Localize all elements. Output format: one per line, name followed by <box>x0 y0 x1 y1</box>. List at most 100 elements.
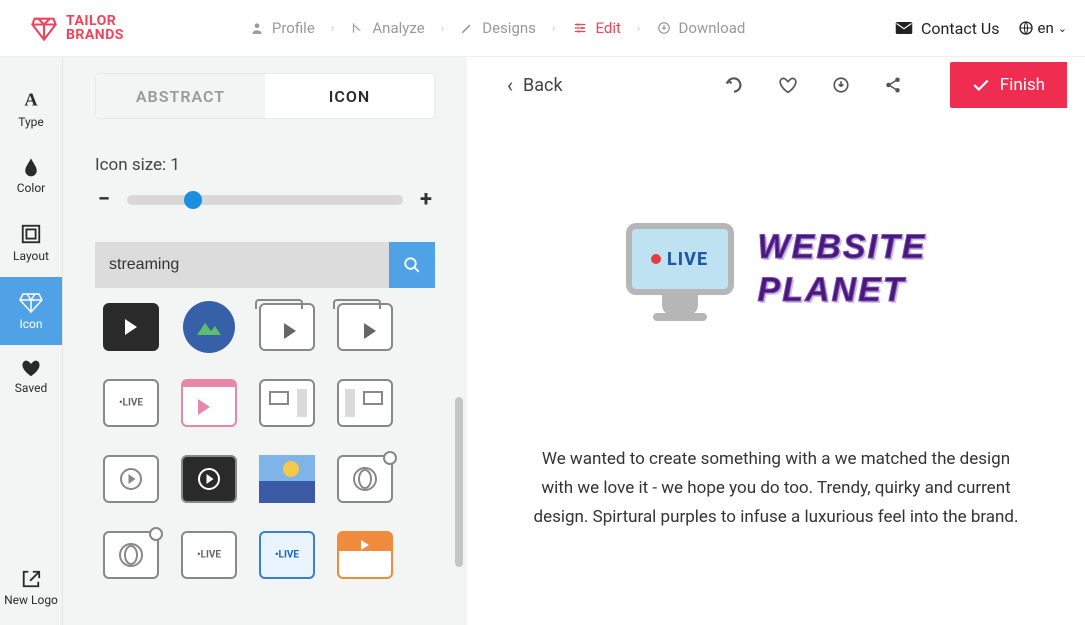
icon-result-landscape-circle[interactable] <box>177 298 241 356</box>
logo-text-preview: WEBSITE PLANET <box>758 228 927 310</box>
favorite-button[interactable] <box>778 76 798 94</box>
finish-label: Finish <box>1000 75 1045 95</box>
icon-result-live-monitor-blue[interactable]: •LIVE <box>255 526 319 584</box>
rail-icon-label: Icon <box>19 317 42 331</box>
rail-type[interactable]: A Type <box>0 75 62 143</box>
brand-logo[interactable]: TAILOR BRANDS <box>30 14 124 42</box>
icon-search-button[interactable] <box>389 242 435 288</box>
icon-result-pink-browser[interactable] <box>177 374 241 432</box>
rail-icon[interactable]: Icon <box>0 277 62 345</box>
rail-saved-label: Saved <box>15 381 47 395</box>
icon-result-orange-monitor[interactable] <box>333 526 397 584</box>
size-increment[interactable]: + <box>417 187 435 212</box>
icon-search-input[interactable] <box>95 242 389 288</box>
rail-saved[interactable]: Saved <box>0 345 62 409</box>
rail-layout-label: Layout <box>13 249 49 263</box>
live-text: LIVE <box>667 249 708 270</box>
analyze-icon <box>350 21 364 35</box>
app-header: TAILOR BRANDS Profile › Analyze › Design… <box>0 0 1085 57</box>
heart-outline-icon <box>778 76 798 94</box>
icon-result-live-monitor2[interactable]: •LIVE <box>177 526 241 584</box>
contact-us[interactable]: Contact Us <box>895 19 1000 38</box>
icon-result-browser-stack[interactable] <box>255 298 319 356</box>
canvas-area: ‹ Back Finish LIVE WEBSITE PLAN <box>467 57 1085 625</box>
nav-analyze-label: Analyze <box>372 19 424 37</box>
nav-edit[interactable]: Edit <box>566 15 627 41</box>
user-icon <box>250 21 264 35</box>
finish-button[interactable]: Finish <box>950 62 1067 108</box>
type-icon: A <box>20 89 42 111</box>
rail-color-label: Color <box>17 181 45 195</box>
chevron-right-icon: › <box>637 21 641 35</box>
chevron-right-icon: › <box>441 21 445 35</box>
rail-newlogo-label: New Logo <box>4 593 58 607</box>
rail-new-logo[interactable]: New Logo <box>0 557 62 625</box>
diamond-outline-icon <box>19 291 43 313</box>
search-icon <box>403 256 421 274</box>
icon-result-browser-stack2[interactable] <box>333 298 397 356</box>
size-decrement[interactable]: − <box>95 187 113 212</box>
undo-icon <box>724 75 744 95</box>
tab-abstract[interactable]: ABSTRACT <box>96 74 265 118</box>
undo-button[interactable] <box>724 75 744 95</box>
icon-results: •LIVE •LIVE •LIVE <box>95 294 435 625</box>
icon-result-sunset-monitor[interactable] <box>255 450 319 508</box>
mail-icon <box>895 21 913 35</box>
icon-result-play-monitor-dark[interactable] <box>177 450 241 508</box>
icon-result-globe-gear[interactable] <box>333 450 397 508</box>
icon-result-play-monitor[interactable] <box>99 450 163 508</box>
icon-result-live-monitor[interactable]: •LIVE <box>99 374 163 432</box>
back-button[interactable]: ‹ Back <box>507 73 563 97</box>
share-icon <box>884 76 902 94</box>
globe-icon <box>1018 20 1034 36</box>
icon-result-youtube[interactable] <box>99 298 163 356</box>
share-button[interactable] <box>884 76 902 94</box>
rail-layout[interactable]: Layout <box>0 209 62 277</box>
icon-size-slider[interactable] <box>127 195 403 205</box>
layout-icon <box>20 223 42 245</box>
download-button[interactable] <box>832 76 850 94</box>
brand-line2: PLANET <box>758 271 927 310</box>
back-label: Back <box>523 75 563 96</box>
icon-size-label: Icon size: 1 <box>95 155 435 175</box>
chevron-right-icon: › <box>552 21 556 35</box>
icon-panel: ABSTRACT ICON Icon size: 1 − + •LIVE <box>62 57 467 625</box>
tab-icon[interactable]: ICON <box>265 74 434 118</box>
heart-icon <box>21 359 41 377</box>
record-dot-icon <box>651 254 661 264</box>
icon-size-slider-row: − + <box>95 187 435 212</box>
rail-color[interactable]: Color <box>0 143 62 209</box>
language-selector[interactable]: en ⌄ <box>1018 19 1067 37</box>
brand-line1: WEBSITE <box>758 228 927 267</box>
share-out-icon <box>20 569 42 589</box>
left-rail: A Type Color Layout Icon Saved New Logo <box>0 57 62 625</box>
panel-scrollbar[interactable] <box>455 397 463 567</box>
icon-result-panel-layout2[interactable] <box>333 374 397 432</box>
step-nav: Profile › Analyze › Designs › Edit › Dow… <box>244 15 751 41</box>
contact-label: Contact Us <box>921 19 1000 38</box>
panel-tabs: ABSTRACT ICON <box>95 73 435 119</box>
rail-type-label: Type <box>18 115 44 129</box>
slider-thumb[interactable] <box>184 191 202 209</box>
pencil-icon <box>460 21 474 35</box>
icon-result-panel-layout1[interactable] <box>255 374 319 432</box>
nav-download[interactable]: Download <box>651 15 752 41</box>
nav-designs[interactable]: Designs <box>454 15 542 41</box>
icon-result-globe-gear2[interactable] <box>99 526 163 584</box>
download-icon <box>657 21 671 35</box>
toolbar-actions: Finish <box>724 62 1085 108</box>
language-label: en <box>1038 19 1054 37</box>
chevron-down-icon: ⌄ <box>1058 22 1067 35</box>
diamond-icon <box>30 14 58 42</box>
design-description: We wanted to create something with a we … <box>467 445 1085 532</box>
mountain-icon <box>195 317 223 337</box>
sliders-icon <box>572 21 588 35</box>
nav-analyze[interactable]: Analyze <box>344 15 430 41</box>
canvas-toolbar: ‹ Back Finish <box>467 57 1085 113</box>
logo-preview: LIVE WEBSITE PLANET <box>467 223 1085 315</box>
brand-line2: BRANDS <box>66 28 124 42</box>
nav-profile[interactable]: Profile <box>244 15 321 41</box>
header-right: Contact Us en ⌄ <box>895 19 1067 38</box>
nav-designs-label: Designs <box>482 19 536 37</box>
check-icon <box>972 78 990 92</box>
